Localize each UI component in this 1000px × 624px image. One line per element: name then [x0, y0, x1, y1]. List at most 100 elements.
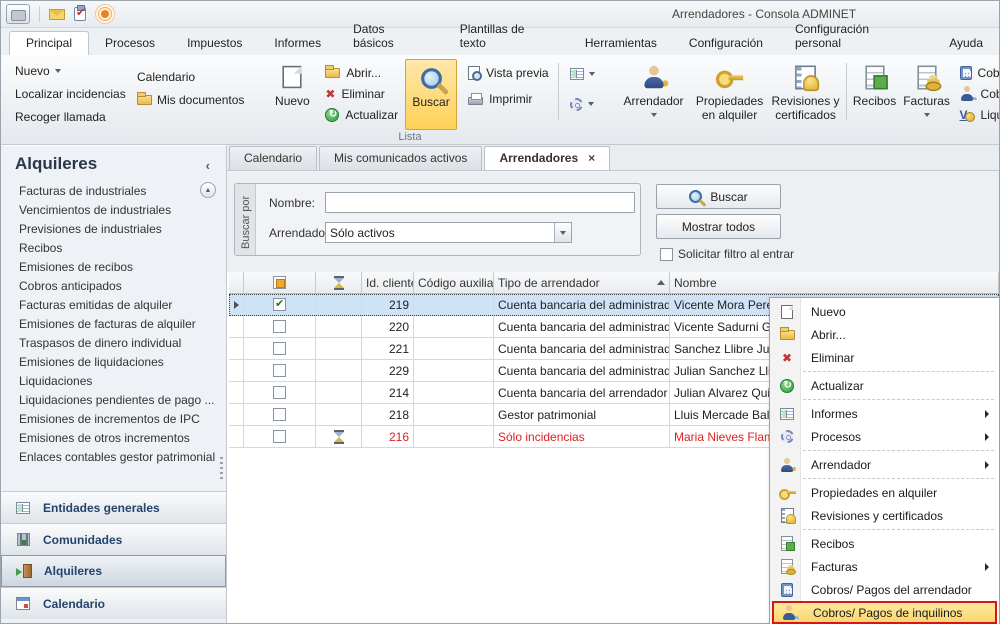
sidebar-section-calendario[interactable]: Calendario: [1, 587, 226, 619]
ribbon-tab-plantillas[interactable]: Plantillas de texto: [444, 18, 569, 55]
broadcast-icon[interactable]: [101, 10, 109, 18]
nuevo-button[interactable]: Nuevo: [266, 59, 318, 130]
cobros-pagos-arrendador-button[interactable]: Cobros/ Pagos del arrendador: [957, 63, 999, 82]
row-status-cell: [316, 338, 362, 360]
select-all-checkbox[interactable]: [273, 276, 286, 289]
new-document-icon: [781, 305, 793, 319]
list-layout-dropdown-button[interactable]: [565, 63, 600, 85]
sidebar-section-comunidades[interactable]: Comunidades: [1, 523, 226, 555]
ribbon-tab-datos-basicos[interactable]: Datos básicos: [337, 18, 444, 55]
solicitar-filtro-checkbox[interactable]: [660, 248, 673, 261]
arrendadores-select[interactable]: Sólo activos: [325, 222, 572, 243]
sidebar-item-liquidaciones[interactable]: Liquidaciones: [1, 372, 226, 391]
tasks-icon[interactable]: [74, 7, 86, 21]
ribbon-tab-informes[interactable]: Informes: [258, 32, 337, 55]
row-checkbox[interactable]: [273, 342, 286, 355]
arrendador-button[interactable]: Arrendador: [616, 59, 692, 130]
sidebar-item-facturas-industriales[interactable]: Facturas de industriales: [1, 182, 226, 201]
nombre-input[interactable]: [325, 192, 635, 213]
tab-mis-comunicados[interactable]: Mis comunicados activos: [319, 146, 482, 170]
menu-item-nuevo[interactable]: Nuevo: [772, 300, 997, 323]
row-checkbox[interactable]: [273, 408, 286, 421]
header-nombre[interactable]: Nombre: [670, 272, 999, 294]
menu-item-cobros-pagos-inquilinos[interactable]: Cobros/ Pagos de inquilinos: [772, 601, 997, 624]
ribbon-tab-configuracion-personal[interactable]: Configuración personal: [779, 18, 933, 55]
menu-item-informes[interactable]: Informes: [772, 402, 997, 425]
sidebar-item-incrementos-ipc[interactable]: Emisiones de incrementos de IPC: [1, 410, 226, 429]
ribbon-tab-herramientas[interactable]: Herramientas: [569, 32, 673, 55]
ribbon-tab-ayuda[interactable]: Ayuda: [933, 32, 999, 55]
menu-item-procesos[interactable]: Procesos: [772, 425, 997, 448]
propiedades-en-alquiler-button[interactable]: Propiedades en alquiler: [692, 59, 768, 130]
sidebar-item-traspasos-dinero[interactable]: Traspasos de dinero individual: [1, 334, 226, 353]
scrollbar[interactable]: [220, 457, 223, 479]
row-checkbox[interactable]: [273, 386, 286, 399]
eliminar-button[interactable]: Eliminar: [322, 84, 401, 103]
sidebar-item-emisiones-recibos[interactable]: Emisiones de recibos: [1, 258, 226, 277]
menu-item-abrir[interactable]: Abrir...: [772, 323, 997, 346]
sidebar-item-emisiones-liquidaciones[interactable]: Emisiones de liquidaciones: [1, 353, 226, 372]
sidebar-item-cobros-anticipados[interactable]: Cobros anticipados: [1, 277, 226, 296]
row-checkbox[interactable]: [273, 364, 286, 377]
menu-item-revisiones-certificados[interactable]: Revisiones y certificados: [772, 504, 997, 527]
facturas-button[interactable]: Facturas: [901, 59, 953, 130]
scroll-up-button[interactable]: ▲: [200, 182, 216, 198]
cobros-pagos-inquilinos-button[interactable]: Cobros/ Pagos de inquilinos: [957, 84, 999, 103]
menu-item-propiedades-en-alquiler[interactable]: Propiedades en alquiler: [772, 481, 997, 504]
header-id-cliente[interactable]: Id. cliente: [362, 272, 414, 294]
vista-previa-button[interactable]: Vista previa: [465, 63, 551, 82]
buscar-ribbon-button[interactable]: Buscar: [405, 59, 457, 130]
ribbon-tab-impuestos[interactable]: Impuestos: [171, 32, 258, 55]
ribbon-tab-configuracion[interactable]: Configuración: [673, 32, 779, 55]
app-icon[interactable]: [6, 4, 30, 24]
row-checkbox[interactable]: [273, 298, 286, 311]
tab-calendario[interactable]: Calendario: [229, 146, 317, 170]
liquidaciones-button[interactable]: Liquidaciones: [957, 105, 999, 124]
sidebar-item-recibos[interactable]: Recibos: [1, 239, 226, 258]
sidebar-item-enlaces-contables[interactable]: Enlaces contables gestor patrimonial: [1, 448, 226, 467]
sidebar-item-emisiones-facturas[interactable]: Emisiones de facturas de alquiler: [1, 315, 226, 334]
settings-dropdown-button[interactable]: [565, 93, 600, 115]
menu-item-arrendador[interactable]: Arrendador: [772, 453, 997, 476]
actualizar-button[interactable]: Actualizar: [322, 105, 401, 124]
table-icon: [16, 502, 30, 514]
sidebar-item-vencimientos-industriales[interactable]: Vencimientos de industriales: [1, 201, 226, 220]
header-codigo-auxiliar[interactable]: Código auxiliar: [414, 272, 494, 294]
mail-icon[interactable]: [49, 9, 65, 20]
revisiones-certificados-button[interactable]: Revisiones y certificados: [768, 59, 844, 130]
buscar-button[interactable]: Buscar: [656, 184, 781, 209]
tab-arrendadores[interactable]: Arrendadores ×: [484, 146, 610, 170]
mis-documentos-button[interactable]: Mis documentos: [133, 90, 248, 110]
recibos-button[interactable]: Recibos: [849, 59, 901, 130]
localizar-incidencias-button[interactable]: Localizar incidencias: [11, 84, 121, 104]
sidebar-item-otros-incrementos[interactable]: Emisiones de otros incrementos: [1, 429, 226, 448]
menu-item-actualizar[interactable]: Actualizar: [772, 374, 997, 397]
collapse-sidebar-icon[interactable]: ‹: [206, 158, 210, 173]
mostrar-todos-button[interactable]: Mostrar todos: [656, 214, 781, 239]
ribbon-tab-procesos[interactable]: Procesos: [89, 32, 171, 55]
menu-item-facturas[interactable]: Facturas: [772, 555, 997, 578]
header-status-column[interactable]: [316, 272, 362, 294]
imprimir-button[interactable]: Imprimir: [465, 89, 551, 108]
solicitar-filtro-row: Solicitar filtro al entrar: [660, 247, 794, 261]
nuevo-menu-button[interactable]: Nuevo: [11, 61, 121, 81]
sidebar-item-previsiones-industriales[interactable]: Previsiones de industriales: [1, 220, 226, 239]
recoger-llamada-button[interactable]: Recoger llamada: [11, 107, 121, 127]
sidebar-item-facturas-emitidas[interactable]: Facturas emitidas de alquiler: [1, 296, 226, 315]
sidebar-section-alquileres[interactable]: Alquileres: [1, 555, 226, 587]
header-select-all[interactable]: [244, 272, 316, 294]
filter-group-strip: Buscar por: [235, 184, 256, 255]
abrir-button[interactable]: Abrir...: [322, 63, 401, 82]
menu-item-recibos[interactable]: Recibos: [772, 532, 997, 555]
header-tipo-arrendador[interactable]: Tipo de arrendador: [494, 272, 670, 294]
close-tab-icon[interactable]: ×: [588, 151, 595, 165]
menu-item-cobros-pagos-arrendador[interactable]: Cobros/ Pagos del arrendador: [772, 578, 997, 601]
ribbon-tab-principal[interactable]: Principal: [9, 31, 89, 55]
row-checkbox[interactable]: [273, 430, 286, 443]
sidebar-item-liquidaciones-pendientes[interactable]: Liquidaciones pendientes de pago ...: [1, 391, 226, 410]
select-dropdown-button[interactable]: [554, 223, 571, 242]
calendario-shortcut-button[interactable]: Calendario: [133, 67, 248, 87]
menu-item-eliminar[interactable]: Eliminar: [772, 346, 997, 369]
row-checkbox[interactable]: [273, 320, 286, 333]
sidebar-section-entidades-generales[interactable]: Entidades generales: [1, 491, 226, 523]
